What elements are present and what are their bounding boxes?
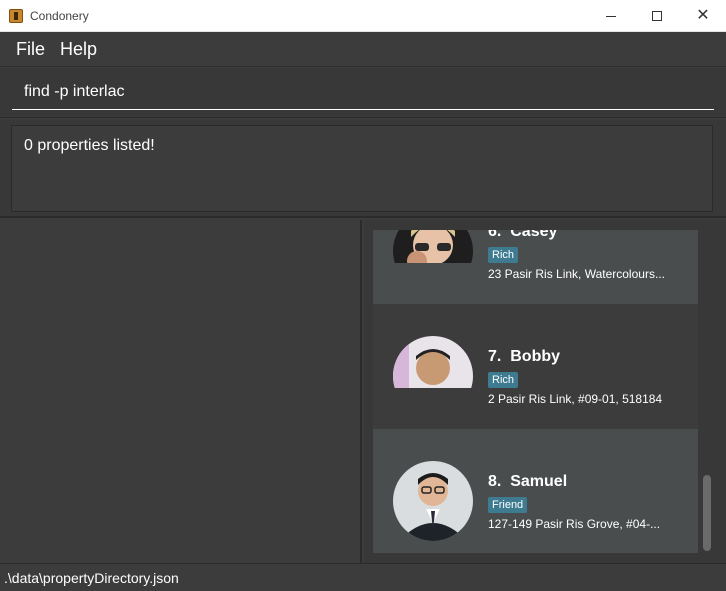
left-panel [0, 220, 362, 563]
person-list-panel: 6. Casey Rich 23 Pasir Ris Link, Waterco… [364, 220, 726, 563]
person-name: 8. Samuel [488, 473, 568, 490]
close-button[interactable]: ✕ [680, 0, 726, 32]
person-address: 23 Pasir Ris Link, Watercolours... [488, 267, 665, 281]
menu-file[interactable]: File [16, 39, 45, 60]
result-display: 0 properties listed! [11, 125, 713, 212]
status-bar: .\data\propertyDirectory.json [0, 563, 726, 591]
app-icon [9, 9, 23, 23]
person-tag: Friend [488, 497, 528, 513]
maximize-button[interactable] [634, 0, 680, 32]
avatar-crop [393, 230, 473, 263]
command-area [0, 68, 726, 118]
person-tag: Rich [488, 247, 519, 263]
person-name: 7. Bobby [488, 348, 561, 365]
command-input[interactable] [12, 74, 714, 110]
person-address: 2 Pasir Ris Link, #09-01, 518184 [488, 392, 663, 406]
result-text: 0 properties listed! [24, 137, 155, 154]
storage-path: .\data\propertyDirectory.json [4, 570, 179, 586]
window-titlebar: Condonery ✕ [0, 0, 726, 32]
close-icon: ✕ [696, 7, 710, 24]
list-item[interactable]: 7. Bobby Rich 2 Pasir Ris Link, #09-01, … [373, 304, 698, 429]
menu-help[interactable]: Help [60, 39, 97, 60]
scrollbar-thumb[interactable] [703, 475, 711, 551]
person-address: 127-149 Pasir Ris Grove, #04-... [488, 517, 661, 531]
result-area: 0 properties listed! [0, 120, 726, 218]
list-item[interactable]: 6. Casey Rich 23 Pasir Ris Link, Waterco… [373, 230, 698, 304]
minimize-button[interactable] [588, 0, 634, 32]
avatar [393, 230, 473, 263]
person-name: 6. Casey [488, 230, 558, 240]
window-title: Condonery [30, 9, 89, 23]
list-item[interactable]: 8. Samuel Friend 127-149 Pasir Ris Grove… [373, 429, 698, 553]
list-scrollbar[interactable] [700, 230, 714, 553]
app-body: File Help 0 properties listed! [0, 32, 726, 591]
person-tag: Rich [488, 372, 519, 388]
menu-bar: File Help [0, 32, 726, 67]
maximize-icon [652, 11, 662, 21]
minimize-icon [606, 15, 616, 17]
avatar [393, 336, 473, 388]
avatar-crop [393, 336, 473, 388]
person-list[interactable]: 6. Casey Rich 23 Pasir Ris Link, Waterco… [373, 230, 698, 553]
avatar [393, 461, 473, 541]
